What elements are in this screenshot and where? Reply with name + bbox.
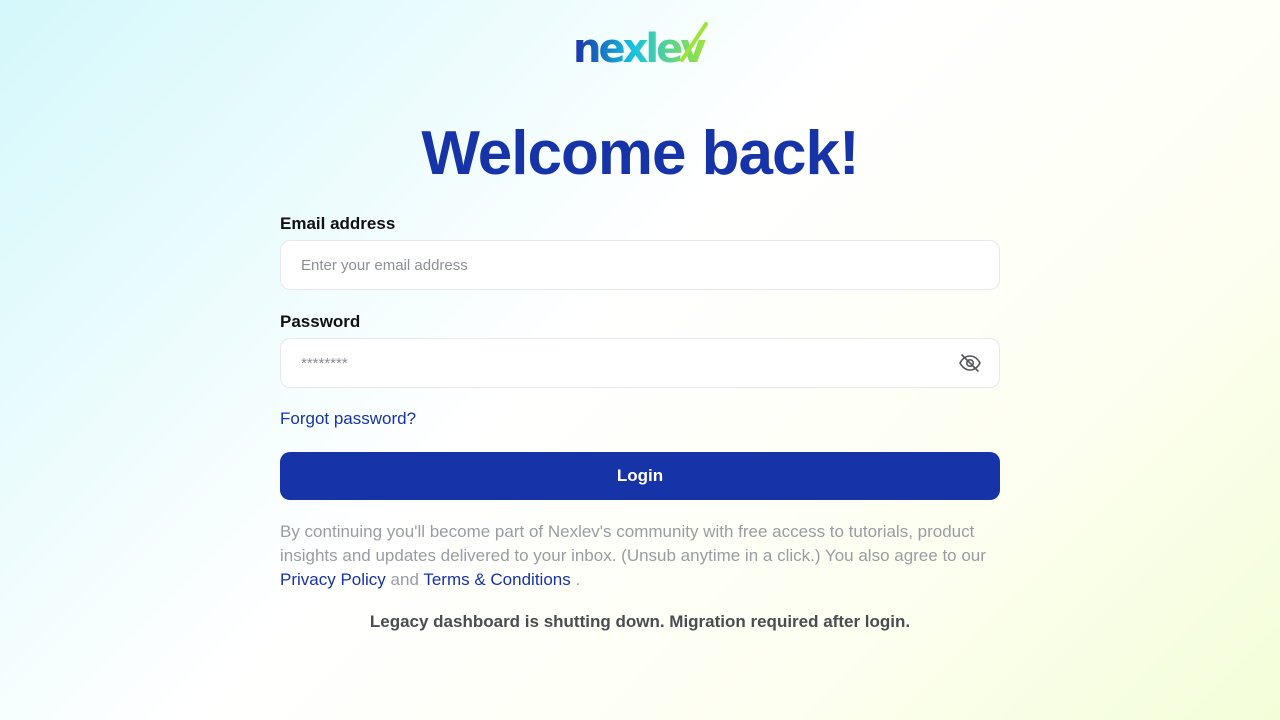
disclaimer-and: and xyxy=(390,570,419,589)
forgot-password-link[interactable]: Forgot password? xyxy=(280,409,416,429)
disclaimer-text: By continuing you'll become part of Nexl… xyxy=(280,520,1000,592)
legacy-notice: Legacy dashboard is shutting down. Migra… xyxy=(369,612,911,631)
terms-conditions-link[interactable]: Terms & Conditions xyxy=(423,570,570,589)
privacy-policy-link[interactable]: Privacy Policy xyxy=(280,570,386,589)
nexlev-logo: nexlev xyxy=(573,22,709,66)
password-label: Password xyxy=(280,312,361,331)
password-input[interactable] xyxy=(280,338,1000,388)
disclaimer-body: By continuing you'll become part of Nexl… xyxy=(280,522,986,565)
logo-text: nexlev xyxy=(573,26,706,66)
disclaimer-period: . xyxy=(575,570,581,589)
login-button[interactable]: Login xyxy=(280,452,1000,500)
page-title: Welcome back! xyxy=(421,119,859,188)
email-label: Email address xyxy=(280,214,396,233)
email-input[interactable] xyxy=(280,240,1000,290)
eye-off-icon[interactable] xyxy=(958,351,982,375)
